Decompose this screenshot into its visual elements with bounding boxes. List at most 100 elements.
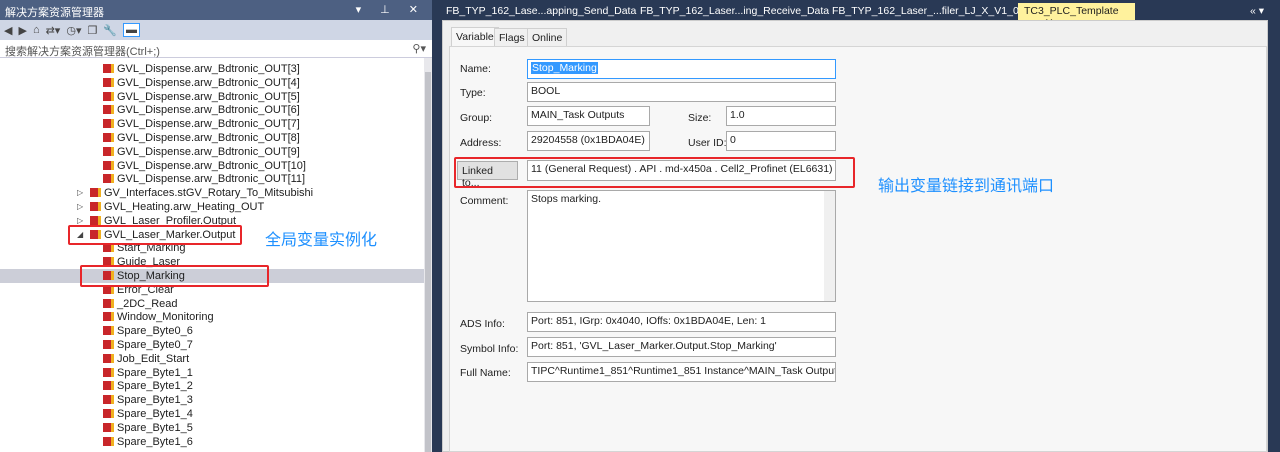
tree-item[interactable]: Job_Edit_Start xyxy=(0,352,424,366)
back-icon[interactable]: ◀ xyxy=(4,24,12,37)
panel-title-bar: 解决方案资源管理器 ▾ ⊥ ✕ xyxy=(0,0,432,20)
panel-window-controls[interactable]: ▾ ⊥ ✕ xyxy=(356,3,426,16)
tree-item[interactable]: ▷ GV_Interfaces.stGV_Rotary_To_Mitsubishi xyxy=(0,186,424,200)
tab-receive-data[interactable]: FB_TYP_162_Laser...ing_Receive_Data xyxy=(638,3,831,20)
tree-item[interactable]: Spare_Byte1_2 xyxy=(0,379,424,393)
tree-item-label: GVL_Dispense.arw_Bdtronic_OUT[11] xyxy=(117,173,306,186)
userid-label: User ID: xyxy=(688,137,727,149)
variable-link-icon xyxy=(90,188,101,198)
collapsed-arrow-icon[interactable]: ▷ xyxy=(77,186,83,200)
home-icon[interactable]: ⌂ xyxy=(33,24,40,36)
size-field[interactable]: 1.0 xyxy=(726,106,836,126)
comment-textarea[interactable]: Stops marking. xyxy=(527,190,836,302)
tree-item[interactable]: Spare_Byte0_6 xyxy=(0,324,424,338)
variable-link-icon xyxy=(103,326,114,336)
preview-icon[interactable]: ▬ xyxy=(123,23,141,37)
tree-item[interactable]: Spare_Byte0_7 xyxy=(0,338,424,352)
collapse-all-icon[interactable]: ❐ xyxy=(87,24,97,37)
tree-item-label: GVL_Dispense.arw_Bdtronic_OUT[8] xyxy=(117,132,300,144)
pending-changes-icon[interactable]: ◷▾ xyxy=(66,24,81,37)
tab-send-data[interactable]: FB_TYP_162_Lase...apping_Send_Data xyxy=(444,3,638,20)
annotation-linked-port: 输出变量链接到通讯端口 xyxy=(878,178,1055,195)
tree-item[interactable]: GVL_Dispense.arw_Bdtronic_OUT[9] xyxy=(0,145,424,159)
variable-link-icon xyxy=(103,160,114,170)
variable-link-icon xyxy=(103,146,114,156)
name-field[interactable]: Stop_Marking xyxy=(527,59,836,79)
tree-item-label: Spare_Byte1_1 xyxy=(117,366,193,379)
tree-item[interactable]: Window_Monitoring xyxy=(0,310,424,324)
tab-online[interactable]: Online xyxy=(527,28,568,46)
tree-item-label: Window_Monitoring xyxy=(117,311,214,324)
tree-item[interactable]: Spare_Byte1_1 xyxy=(0,366,424,380)
highlight-box xyxy=(454,157,855,188)
highlight-box xyxy=(80,265,269,287)
tree-item[interactable]: _2DC_Read xyxy=(0,297,424,311)
document-tabs: FB_TYP_162_Lase...apping_Send_Data FB_TY… xyxy=(440,0,1280,29)
tree-item-label: Spare_Byte1_4 xyxy=(117,408,193,420)
scrollbar-thumb[interactable] xyxy=(425,72,431,452)
tree-item[interactable]: Spare_Byte1_4 xyxy=(0,407,424,421)
search-icon[interactable]: ⚲▾ xyxy=(412,42,426,55)
full-name-field[interactable]: TIPC^Runtime1_851^Runtime1_851 Instance^… xyxy=(527,362,836,382)
tab-laser-profiler[interactable]: FB_TYP_162_Laser_...filer_LJ_X_V1_0_1 xyxy=(830,3,1032,20)
tab-variable[interactable]: Variable xyxy=(451,27,499,47)
search-placeholder: 搜索解决方案资源管理器(Ctrl+;) xyxy=(5,46,160,58)
variable-link-icon xyxy=(103,353,114,363)
forward-icon[interactable]: ▶ xyxy=(18,24,26,37)
type-field[interactable]: BOOL xyxy=(527,82,836,102)
tree-item[interactable]: Spare_Byte1_6 xyxy=(0,435,424,449)
tree-item-label: _2DC_Read xyxy=(117,297,178,310)
variable-link-icon xyxy=(103,422,114,432)
userid-field[interactable]: 0 xyxy=(726,131,836,151)
vertical-scrollbar[interactable] xyxy=(424,58,432,452)
tab-flags[interactable]: Flags xyxy=(494,28,530,46)
symbol-info-field[interactable]: Port: 851, 'GVL_Laser_Marker.Output.Stop… xyxy=(527,337,836,357)
tree-item-label: Spare_Byte1_6 xyxy=(117,435,193,448)
collapsed-arrow-icon[interactable]: ▷ xyxy=(77,200,83,214)
comment-value: Stops marking. xyxy=(531,193,602,205)
annotation-global-instance: 全局变量实例化 xyxy=(265,232,378,249)
comment-scrollbar[interactable] xyxy=(824,191,835,301)
tree-item[interactable]: GVL_Dispense.arw_Bdtronic_OUT[7] xyxy=(0,117,424,131)
comment-label: Comment: xyxy=(460,195,509,207)
full-name-label: Full Name: xyxy=(460,367,511,379)
sync-icon[interactable]: ⇄▾ xyxy=(46,24,61,37)
tree-item[interactable]: GVL_Dispense.arw_Bdtronic_OUT[3] xyxy=(0,62,424,76)
tree-item[interactable]: GVL_Dispense.arw_Bdtronic_OUT[10] xyxy=(0,159,424,173)
tree-item-label: GVL_Heating.arw_Heating_OUT xyxy=(104,201,265,213)
tree-item[interactable]: GVL_Dispense.arw_Bdtronic_OUT[6] xyxy=(0,103,424,117)
tree-item[interactable]: GVL_Dispense.arw_Bdtronic_OUT[4] xyxy=(0,76,424,90)
address-field[interactable]: 29204558 (0x1BDA04E) xyxy=(527,131,650,151)
properties-wrench-icon[interactable]: 🔧 xyxy=(103,24,117,37)
ads-info-label: ADS Info: xyxy=(460,318,505,330)
tree-item[interactable]: ▷ GVL_Heating.arw_Heating_OUT xyxy=(0,200,424,214)
explorer-toolbar: ◀ ▶ ⌂ ⇄▾ ◷▾ ❐ 🔧 ▬ xyxy=(0,20,432,40)
variable-link-icon xyxy=(103,174,114,184)
tree-item-label: Spare_Byte1_2 xyxy=(117,380,193,393)
variable-link-icon xyxy=(103,395,114,405)
variable-link-icon xyxy=(103,381,114,391)
variable-link-icon xyxy=(90,202,101,211)
symbol-info-label: Symbol Info: xyxy=(460,343,519,355)
variable-link-icon xyxy=(103,133,114,142)
tree-item[interactable]: GVL_Dispense.arw_Bdtronic_OUT[11] xyxy=(0,172,424,186)
panel-title: 解决方案资源管理器 xyxy=(5,7,104,19)
variable-link-icon xyxy=(103,77,114,87)
tree-item[interactable]: GVL_Dispense.arw_Bdtronic_OUT[8] xyxy=(0,131,424,145)
variable-link-icon xyxy=(103,409,114,418)
tree-item[interactable]: GVL_Dispense.arw_Bdtronic_OUT[5] xyxy=(0,90,424,104)
explorer-search-input[interactable]: 搜索解决方案资源管理器(Ctrl+;) ⚲▾ xyxy=(0,40,432,58)
tab-overflow-menu[interactable]: « ▾ xyxy=(1248,3,1266,20)
tree-item[interactable]: Spare_Byte1_5 xyxy=(0,421,424,435)
variable-link-icon xyxy=(90,215,101,225)
variable-link-icon xyxy=(103,91,114,101)
size-label: Size: xyxy=(688,112,712,124)
tree-item-label: Spare_Byte0_7 xyxy=(117,339,193,351)
tree-item-label: GVL_Dispense.arw_Bdtronic_OUT[5] xyxy=(117,90,300,103)
tab-tc3-plc-template[interactable]: TC3_PLC_Template ⊸ ✕ xyxy=(1018,3,1135,29)
tree-item[interactable]: Spare_Byte1_3 xyxy=(0,393,424,407)
tree-item-label: GVL_Dispense.arw_Bdtronic_OUT[6] xyxy=(117,104,300,117)
group-field[interactable]: MAIN_Task Outputs xyxy=(527,106,650,126)
variable-link-icon xyxy=(103,436,114,446)
ads-info-field[interactable]: Port: 851, IGrp: 0x4040, IOffs: 0x1BDA04… xyxy=(527,312,836,332)
